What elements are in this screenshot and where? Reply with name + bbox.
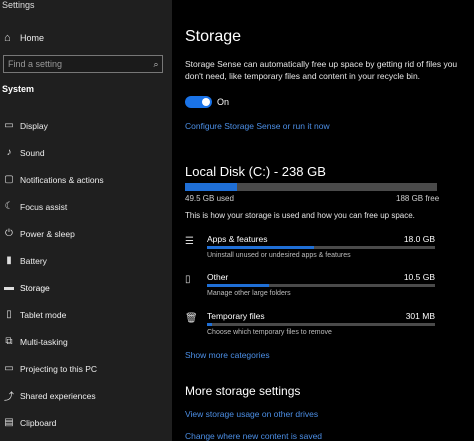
category-bar-fill (207, 246, 315, 249)
search-box[interactable]: Find a setting ⌕ (3, 55, 163, 73)
category-size: 301 MB (405, 311, 435, 321)
category-apps-features[interactable]: ☰ Apps & features 18.0 GB Uninstall unus… (185, 234, 435, 264)
category-temporary-files[interactable]: 🗑 Temporary files 301 MB Choose which te… (185, 311, 435, 341)
show-more-categories-link[interactable]: Show more categories (185, 350, 270, 360)
storage-sense-description: Storage Sense can automatically free up … (185, 59, 458, 81)
page-title: Storage (185, 28, 242, 45)
search-icon[interactable]: ⌕ (150, 59, 162, 70)
sidebar-item-label: Display (20, 120, 48, 131)
free-space: 188 GB free (396, 194, 440, 203)
category-name: Other (207, 272, 229, 282)
battery-icon: ▮ (6, 255, 12, 266)
sidebar-item-label: Clipboard (20, 417, 57, 428)
sidebar-item-power-sleep[interactable]: ⏻ Power & sleep (0, 220, 172, 247)
sidebar-item-projecting[interactable]: ▭ Projecting to this PC (0, 355, 172, 382)
trash-icon: 🗑 (185, 313, 198, 324)
power-icon: ⏻ (5, 228, 13, 239)
category-bar (207, 284, 435, 287)
toggle-state-label: On (217, 97, 230, 107)
home-nav-item[interactable]: ⌂ Home (0, 28, 172, 48)
sidebar-item-multitasking[interactable]: ⧉ Multi-tasking (0, 328, 172, 355)
more-storage-settings-heading: More storage settings (185, 384, 301, 398)
shared-icon: ⤴ (4, 392, 14, 403)
tablet-icon: ▯ (6, 309, 12, 320)
category-name: Temporary files (207, 311, 265, 321)
clipboard-icon: ▤ (4, 417, 14, 428)
category-subtitle: Manage other large folders (207, 290, 291, 297)
category-size: 18.0 GB (403, 234, 435, 244)
sidebar-item-label: Sound (20, 147, 45, 158)
other-icon: ▯ (185, 274, 191, 285)
nav-list: ▭ Display ♪ Sound ▢ Notifications & acti… (0, 112, 172, 436)
sidebar-item-clipboard[interactable]: ▤ Clipboard (0, 409, 172, 436)
view-other-drives-link[interactable]: View storage usage on other drives (185, 409, 318, 419)
sidebar-item-label: Focus assist (20, 201, 68, 212)
projecting-icon: ▭ (4, 363, 14, 374)
storage-usage-text: This is how your storage is used and how… (185, 211, 415, 220)
sound-icon: ♪ (6, 147, 12, 158)
sidebar: Settings ⌂ Home Find a setting ⌕ System … (0, 0, 172, 441)
home-label: Home (20, 33, 45, 43)
change-save-location-link[interactable]: Change where new content is saved (185, 431, 322, 441)
category-subtitle: Choose which temporary files to remove (207, 329, 332, 336)
home-icon: ⌂ (4, 32, 11, 44)
sidebar-item-label: Tablet mode (20, 309, 67, 320)
storage-icon: ▬ (4, 282, 14, 293)
sidebar-item-notifications[interactable]: ▢ Notifications & actions (0, 166, 172, 193)
configure-storage-sense-link[interactable]: Configure Storage Sense or run it now (185, 121, 330, 131)
category-bar (207, 246, 435, 249)
main-content: Storage Storage Sense can automatically … (172, 0, 474, 441)
disk-usage-fill (185, 183, 238, 191)
disk-title: Local Disk (C:) - 238 GB (185, 164, 326, 179)
sidebar-item-label: Notifications & actions (20, 174, 104, 185)
multitasking-icon: ⧉ (5, 336, 13, 347)
apps-icon: ☰ (185, 236, 194, 247)
sidebar-item-label: Shared experiences (20, 390, 96, 401)
window-title: Settings (2, 0, 35, 10)
toggle-knob (202, 98, 210, 106)
sidebar-item-tablet-mode[interactable]: ▯ Tablet mode (0, 301, 172, 328)
moon-icon: ☾ (4, 201, 14, 212)
category-bar-fill (207, 284, 269, 287)
category-other[interactable]: ▯ Other 10.5 GB Manage other large folde… (185, 272, 435, 302)
sidebar-item-storage[interactable]: ▬ Storage (0, 274, 172, 301)
sidebar-item-label: Battery (20, 255, 47, 266)
sidebar-item-display[interactable]: ▭ Display (0, 112, 172, 139)
sidebar-item-label: Power & sleep (20, 228, 75, 239)
sidebar-item-label: Storage (20, 282, 50, 293)
search-input[interactable]: Find a setting (4, 59, 150, 69)
storage-sense-toggle[interactable] (185, 96, 212, 108)
display-icon: ▭ (4, 120, 14, 131)
sidebar-item-focus-assist[interactable]: ☾ Focus assist (0, 193, 172, 220)
sidebar-item-label: Projecting to this PC (20, 363, 98, 374)
disk-usage-bar (185, 183, 437, 191)
category-name: Apps & features (207, 234, 268, 244)
notifications-icon: ▢ (4, 174, 14, 185)
sidebar-item-label: Multi-tasking (20, 336, 68, 347)
category-subtitle: Uninstall unused or undesired apps & fea… (207, 252, 351, 259)
category-bar-fill (207, 323, 212, 326)
sidebar-item-shared-experiences[interactable]: ⤴ Shared experiences (0, 382, 172, 409)
category-bar (207, 323, 435, 326)
sidebar-item-sound[interactable]: ♪ Sound (0, 139, 172, 166)
sidebar-item-battery[interactable]: ▮ Battery (0, 247, 172, 274)
category-size: 10.5 GB (403, 272, 435, 282)
section-heading: System (2, 84, 35, 94)
used-space: 49.5 GB used (185, 194, 234, 203)
